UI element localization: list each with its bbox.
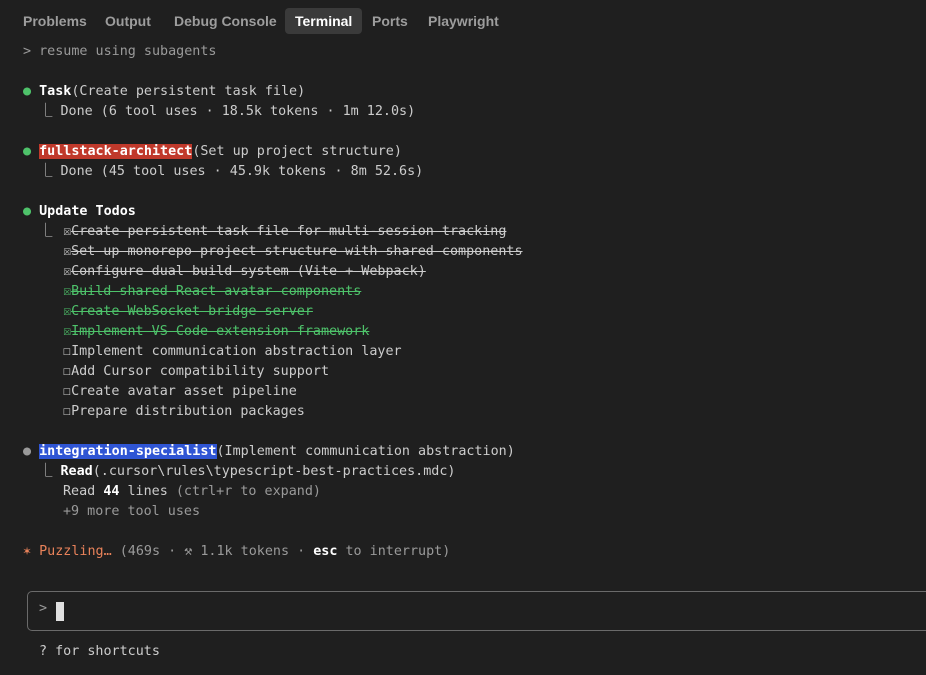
todo-item-text: Prepare distribution packages xyxy=(71,404,305,419)
specialist-more: +9 more tool uses xyxy=(63,504,201,519)
todo-item: ☐Prepare distribution packages xyxy=(63,402,305,422)
read-tool-args: (.cursor\rules\typescript-best-practices… xyxy=(92,464,456,479)
read-tool-name: Read xyxy=(60,464,93,479)
todo-item-text: Build shared React avatar components xyxy=(71,284,362,299)
todo-item: ☒Create persistent task file for multi-s… xyxy=(63,222,506,242)
specialist-read-result: Read 44 lines (ctrl+r to expand) xyxy=(63,482,321,502)
todo-item-text: Create persistent task file for multi-se… xyxy=(71,224,507,239)
specialist-read-call: ⎿ Read(.cursor\rules\typescript-best-pra… xyxy=(39,462,456,482)
status-line: ✶ Puzzling… (469s · ⚒ 1.1k tokens · esc … xyxy=(23,542,450,562)
tab-problems[interactable]: Problems xyxy=(13,8,97,34)
todo-item: ☐Create avatar asset pipeline xyxy=(63,382,297,402)
command-line: > resume using subagents xyxy=(23,44,217,59)
todo-item: ☒Create WebSocket bridge server xyxy=(63,302,313,322)
checkbox-checked-icon: ☒ xyxy=(63,304,72,319)
todos-branch-icon: ⎿ xyxy=(39,224,53,239)
esc-key: esc xyxy=(313,544,338,559)
read-suffix: lines xyxy=(119,484,168,499)
status-label: Puzzling… xyxy=(31,544,112,559)
checkbox-checked-icon: ☒ xyxy=(63,264,72,279)
todo-item-text: Implement communication abstraction laye… xyxy=(71,344,402,359)
status-detail-b: to interrupt) xyxy=(337,544,451,559)
agent-tag-architect: fullstack-architect xyxy=(39,144,193,159)
task-name: Task xyxy=(39,84,72,99)
checkbox-checked-icon: ☒ xyxy=(63,224,72,239)
checkbox-checked-icon: ☒ xyxy=(63,324,72,339)
spinner-star-icon: ✶ xyxy=(23,544,32,559)
todo-item: ☐Implement communication abstraction lay… xyxy=(63,342,402,362)
prompt-chevron-icon: > xyxy=(39,601,48,616)
tab-terminal[interactable]: Terminal xyxy=(285,8,363,34)
checkbox-empty-icon: ☐ xyxy=(63,404,72,419)
todo-item: ☒Set up monorepo project structure with … xyxy=(63,242,523,262)
read-prefix: Read xyxy=(63,484,104,499)
checkbox-checked-icon: ☒ xyxy=(63,284,72,299)
todo-item-text: Create WebSocket bridge server xyxy=(71,304,313,319)
todo-item-text: Configure dual build system (Vite + Webp… xyxy=(71,264,426,279)
status-dot-icon: ● xyxy=(23,84,32,99)
todo-item: ☒Implement VS Code extension framework xyxy=(63,322,369,342)
prompt-input[interactable]: > xyxy=(27,591,926,631)
text-cursor xyxy=(56,602,64,621)
status-dot-icon: ● xyxy=(23,204,32,219)
architect-args: (Set up project structure) xyxy=(192,144,402,159)
branch-icon: ⎿ xyxy=(39,464,53,479)
todo-item-text: Add Cursor compatibility support xyxy=(71,364,330,379)
todos-title: Update Todos xyxy=(39,204,136,219)
tab-playwright[interactable]: Playwright xyxy=(418,8,509,34)
tab-ports[interactable]: Ports xyxy=(362,8,418,34)
todo-item-text: Create avatar asset pipeline xyxy=(71,384,297,399)
task-result: ⎿ Done (6 tool uses · 18.5k tokens · 1m … xyxy=(39,104,416,119)
checkbox-checked-icon: ☒ xyxy=(63,244,72,259)
checkbox-empty-icon: ☐ xyxy=(63,384,72,399)
expand-hint[interactable]: (ctrl+r to expand) xyxy=(168,484,321,499)
read-count: 44 xyxy=(103,484,120,499)
tab-debug-console[interactable]: Debug Console xyxy=(164,8,287,34)
specialist-args: (Implement communication abstraction) xyxy=(216,444,515,459)
status-dot-icon: ● xyxy=(23,144,32,159)
status-dot-icon: ● xyxy=(23,444,32,459)
todo-item: ☒Build shared React avatar components xyxy=(63,282,361,302)
todo-item-text: Set up monorepo project structure with s… xyxy=(71,244,523,259)
architect-header: ● fullstack-architect(Set up project str… xyxy=(23,142,402,162)
architect-result: ⎿ Done (45 tool uses · 45.9k tokens · 8m… xyxy=(39,164,424,179)
tab-output[interactable]: Output xyxy=(95,8,161,34)
agent-tag-specialist: integration-specialist xyxy=(39,444,217,459)
checkbox-empty-icon: ☐ xyxy=(63,344,72,359)
todo-item-text: Implement VS Code extension framework xyxy=(71,324,370,339)
checkbox-empty-icon: ☐ xyxy=(63,364,72,379)
specialist-header: ● integration-specialist(Implement commu… xyxy=(23,442,515,462)
panel-tabs: Problems Output Debug Console Terminal P… xyxy=(0,0,926,42)
status-detail-a: (469s · ⚒ 1.1k tokens · xyxy=(111,544,314,559)
todo-item: ☒Configure dual build system (Vite + Web… xyxy=(63,262,426,282)
task-args: (Create persistent task file) xyxy=(71,84,306,99)
task-header: ● Task(Create persistent task file) xyxy=(23,82,305,102)
todos-header: ● Update Todos xyxy=(23,202,136,222)
shortcuts-hint: ? for shortcuts xyxy=(39,644,160,659)
todo-item: ☐Add Cursor compatibility support xyxy=(63,362,329,382)
